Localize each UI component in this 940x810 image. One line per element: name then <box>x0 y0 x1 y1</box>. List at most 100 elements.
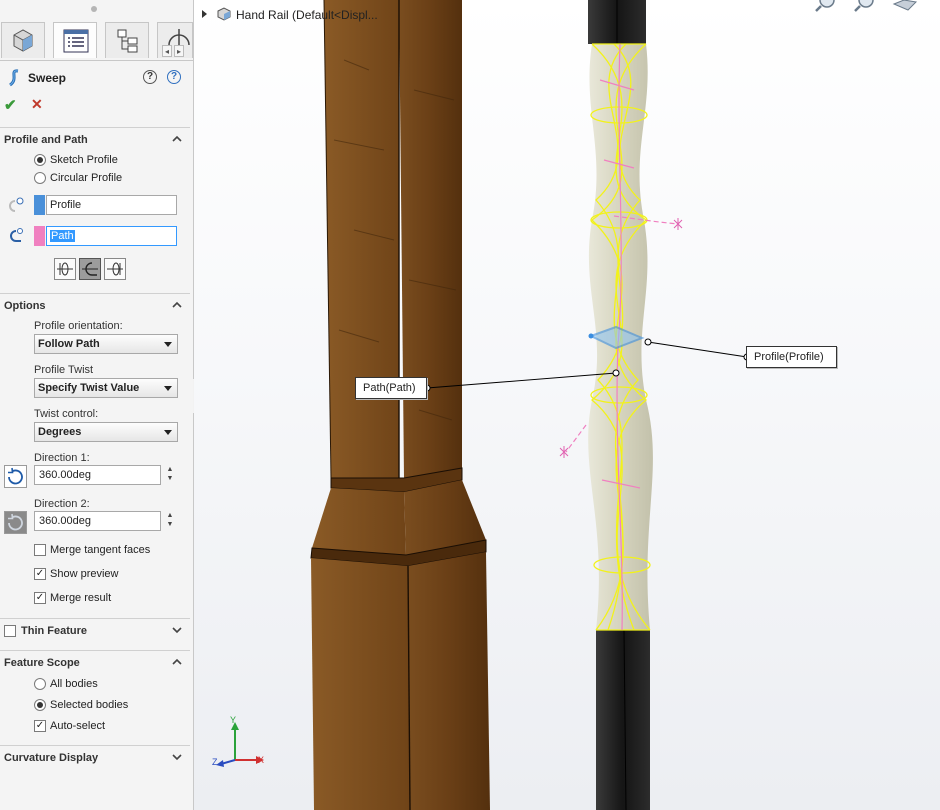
path-field-text: Path <box>50 230 75 242</box>
section-options-header[interactable]: Options <box>0 293 190 316</box>
thin-feature-checkbox[interactable] <box>4 625 16 637</box>
twist-path-icon <box>57 262 73 276</box>
direction2-spinner[interactable]: ▲ ▼ <box>163 511 177 531</box>
graphics-viewport[interactable]: Hand Rail (Default<Displ... Path(Path) P… <box>194 0 940 810</box>
profile-orientation-select[interactable]: Follow Path <box>34 334 178 354</box>
radio-sketch-profile[interactable]: Sketch Profile <box>34 153 184 169</box>
ok-button[interactable]: ✔ <box>4 96 17 114</box>
dropdown-arrow-icon <box>164 342 172 347</box>
select-value: Degrees <box>38 426 82 438</box>
feature-title: Sweep <box>28 71 67 85</box>
chevron-down-icon[interactable] <box>170 750 184 764</box>
radio-button[interactable] <box>34 172 46 184</box>
direction1-reverse-button[interactable] <box>4 465 27 488</box>
heads-up-view-toolbar[interactable] <box>815 0 918 12</box>
chevron-up-icon[interactable] <box>170 655 184 669</box>
checkbox-label: Show preview <box>50 568 119 580</box>
configuration-tree-icon <box>117 29 138 53</box>
direction2-label: Direction 2: <box>34 498 90 510</box>
flyout-tree-item[interactable]: Hand Rail (Default<Displ... <box>202 7 378 22</box>
radio-selected-bodies[interactable]: Selected bodies <box>34 698 184 714</box>
whats-wrong-help-icon[interactable]: ? <box>143 70 157 84</box>
twist-direction-icon <box>82 262 98 276</box>
checkbox[interactable]: ✓ <box>34 568 46 580</box>
chevron-up-icon[interactable] <box>170 298 184 312</box>
part-cube-icon <box>13 29 33 52</box>
profile-callout[interactable]: Profile(Profile) <box>746 346 837 368</box>
checkbox[interactable] <box>34 544 46 556</box>
twist-along-path-button[interactable] <box>54 258 76 280</box>
path-color-swatch <box>34 226 45 246</box>
reference-triad <box>216 722 264 767</box>
twist-tangent-icon <box>107 262 123 276</box>
chevron-up-icon[interactable] <box>170 132 184 146</box>
section-curvature-display-header[interactable]: Curvature Display <box>0 745 190 768</box>
select-value: Specify Twist Value <box>38 382 140 394</box>
cancel-button[interactable]: ✕ <box>31 96 43 113</box>
checkbox-show-preview[interactable]: ✓ Show preview <box>34 567 184 583</box>
direction2-reverse-button[interactable] <box>4 511 27 534</box>
dropdown-arrow-icon <box>164 386 172 391</box>
path-selection-icon <box>10 228 23 242</box>
rotate-arrow-icon <box>8 467 23 485</box>
tab-configuration-manager[interactable] <box>105 22 149 58</box>
radio-button[interactable] <box>34 678 46 690</box>
zoom-to-area-icon[interactable] <box>854 0 874 12</box>
direction1-input[interactable]: 360.00deg <box>34 465 161 485</box>
profile-twist-label: Profile Twist <box>34 364 94 376</box>
profile-callout-leader <box>647 341 748 358</box>
tab-dimxpert-manager[interactable]: ◂ ▸ <box>157 22 193 58</box>
feature-header: Sweep ? ? <box>0 64 193 90</box>
chevron-down-icon[interactable] <box>170 623 184 637</box>
panel-grip[interactable] <box>91 6 97 12</box>
checkbox-merge-result[interactable]: ✓ Merge result <box>34 591 184 607</box>
twist-direction-button[interactable] <box>79 258 101 280</box>
tab-feature-manager[interactable] <box>1 22 45 58</box>
radio-label: All bodies <box>50 678 98 690</box>
profile-selection-field[interactable]: Profile <box>46 195 177 215</box>
checkbox[interactable]: ✓ <box>34 592 46 604</box>
property-manager-panel: ◂ ▸ Sweep ? ? ✔ ✕ Profile and Path Sketc… <box>0 0 194 810</box>
section-feature-scope-header[interactable]: Feature Scope <box>0 650 190 673</box>
manager-tabs: ◂ ▸ <box>0 20 193 61</box>
checkbox[interactable]: ✓ <box>34 720 46 732</box>
help-icon[interactable]: ? <box>167 70 181 84</box>
direction2-input[interactable]: 360.00deg <box>34 511 161 531</box>
direction1-spinner[interactable]: ▲ ▼ <box>163 465 177 485</box>
section-thin-feature-header[interactable]: Thin Feature <box>0 618 190 641</box>
tab-scroll-right-button[interactable]: ▸ <box>174 45 184 57</box>
radio-circular-profile[interactable]: Circular Profile <box>34 171 184 187</box>
tab-property-manager[interactable] <box>53 22 97 58</box>
section-title: Curvature Display <box>4 752 99 764</box>
twist-tangent-button[interactable] <box>104 258 126 280</box>
expand-triangle-icon[interactable] <box>202 10 207 18</box>
previous-view-icon[interactable] <box>892 0 918 11</box>
path-callout[interactable]: Path(Path) <box>355 377 427 399</box>
wood-newel-post[interactable] <box>310 0 490 810</box>
zoom-to-fit-icon[interactable] <box>815 0 835 12</box>
radio-all-bodies[interactable]: All bodies <box>34 677 184 693</box>
checkbox-label: Auto-select <box>50 720 106 732</box>
radio-button[interactable] <box>34 154 46 166</box>
profile-orientation-label: Profile orientation: <box>34 320 123 332</box>
model-graphics <box>216 0 918 810</box>
section-title: Thin Feature <box>21 625 88 637</box>
section-profile-and-path-header[interactable]: Profile and Path <box>0 127 190 150</box>
twist-control-label: Twist control: <box>34 408 99 420</box>
direction1-label: Direction 1: <box>34 452 90 464</box>
radio-label: Circular Profile <box>50 172 123 184</box>
sweep-preview-body[interactable] <box>559 43 683 631</box>
radio-button[interactable] <box>34 699 46 711</box>
profile-color-swatch <box>34 195 45 215</box>
checkbox-merge-tangent-faces[interactable]: Merge tangent faces <box>34 543 184 559</box>
profile-callout-point <box>644 338 652 346</box>
profile-selection-icon <box>9 197 24 212</box>
profile-twist-select[interactable]: Specify Twist Value <box>34 378 178 398</box>
checkbox-auto-select[interactable]: ✓ Auto-select <box>34 719 184 735</box>
radio-label: Sketch Profile <box>50 154 118 166</box>
twist-control-select[interactable]: Degrees <box>34 422 178 442</box>
triad-x-label: X <box>258 755 265 765</box>
tab-scroll-left-button[interactable]: ◂ <box>162 45 172 57</box>
path-selection-field[interactable]: Path <box>46 226 177 246</box>
triad-z-label: Z <box>212 757 218 767</box>
